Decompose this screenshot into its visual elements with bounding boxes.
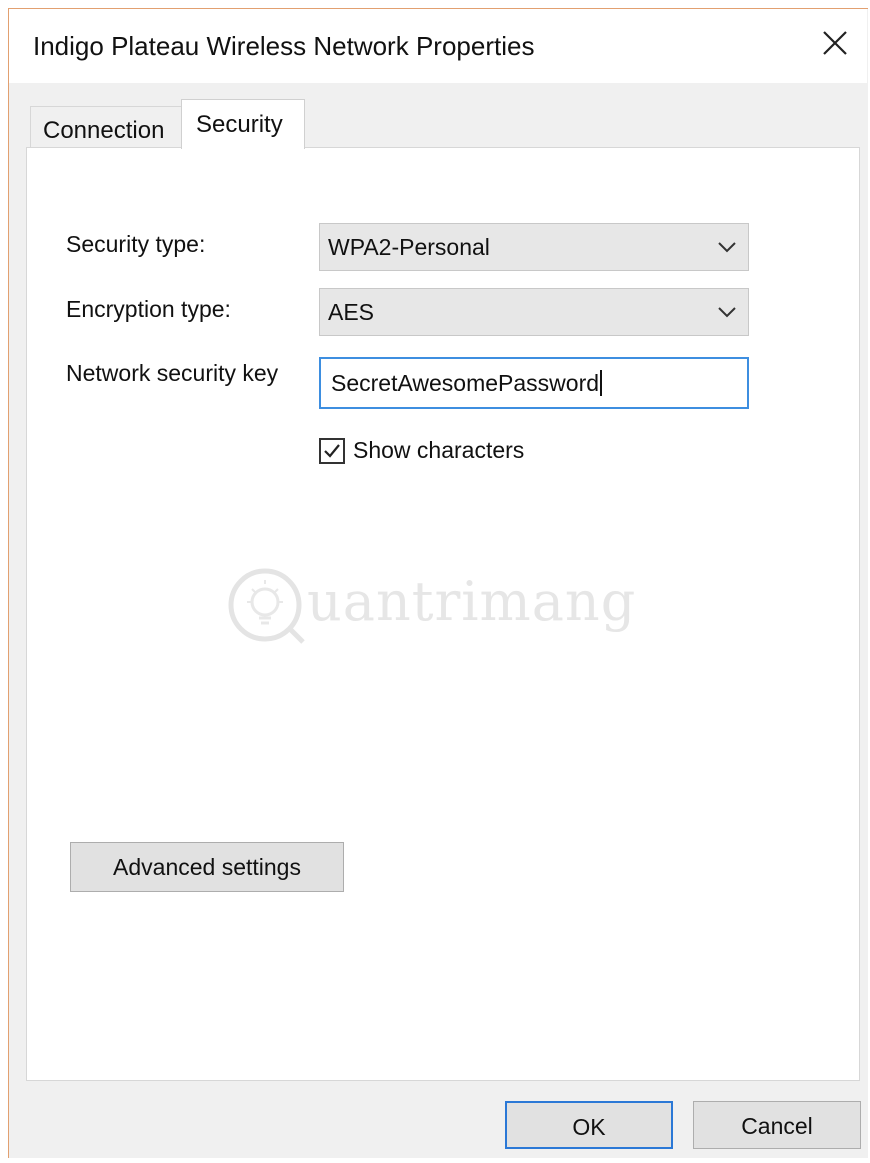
security-tab-panel: Security type: WPA2-Personal Encryption … [26,147,860,1081]
chevron-down-icon [718,242,736,253]
advanced-settings-button[interactable]: Advanced settings [70,842,344,892]
network-security-key-value: SecretAwesomePassword [331,370,600,396]
network-security-key-input[interactable]: SecretAwesomePassword [319,357,749,409]
ok-button[interactable]: OK [505,1101,673,1149]
network-security-key-label: Network security key [66,360,279,386]
tab-connection[interactable]: Connection [30,106,182,147]
close-button[interactable] [815,23,855,63]
text-caret [600,370,603,396]
encryption-type-label: Encryption type: [66,296,231,322]
encryption-type-select[interactable]: AES [319,288,749,336]
chevron-down-icon [718,307,736,318]
security-type-label: Security type: [66,231,206,257]
tab-security[interactable]: Security [181,99,305,149]
security-type-select[interactable]: WPA2-Personal [319,223,749,271]
watermark-text: uantrimang [307,570,637,633]
tab-connection-label: Connection [43,117,165,144]
close-icon [823,31,847,55]
encryption-type-value: AES [328,299,375,325]
security-type-value: WPA2-Personal [328,234,490,260]
checkmark-icon [324,444,340,458]
watermark: uantrimang [223,560,635,650]
show-characters-checkbox[interactable] [319,438,345,464]
show-characters-label[interactable]: Show characters [353,437,524,464]
tab-security-label: Security [196,111,283,138]
title-bar: Indigo Plateau Wireless Network Properti… [9,9,867,83]
window-title: Indigo Plateau Wireless Network Properti… [33,31,535,61]
dialog-window: Indigo Plateau Wireless Network Properti… [8,8,868,1158]
cancel-button[interactable]: Cancel [693,1101,861,1149]
